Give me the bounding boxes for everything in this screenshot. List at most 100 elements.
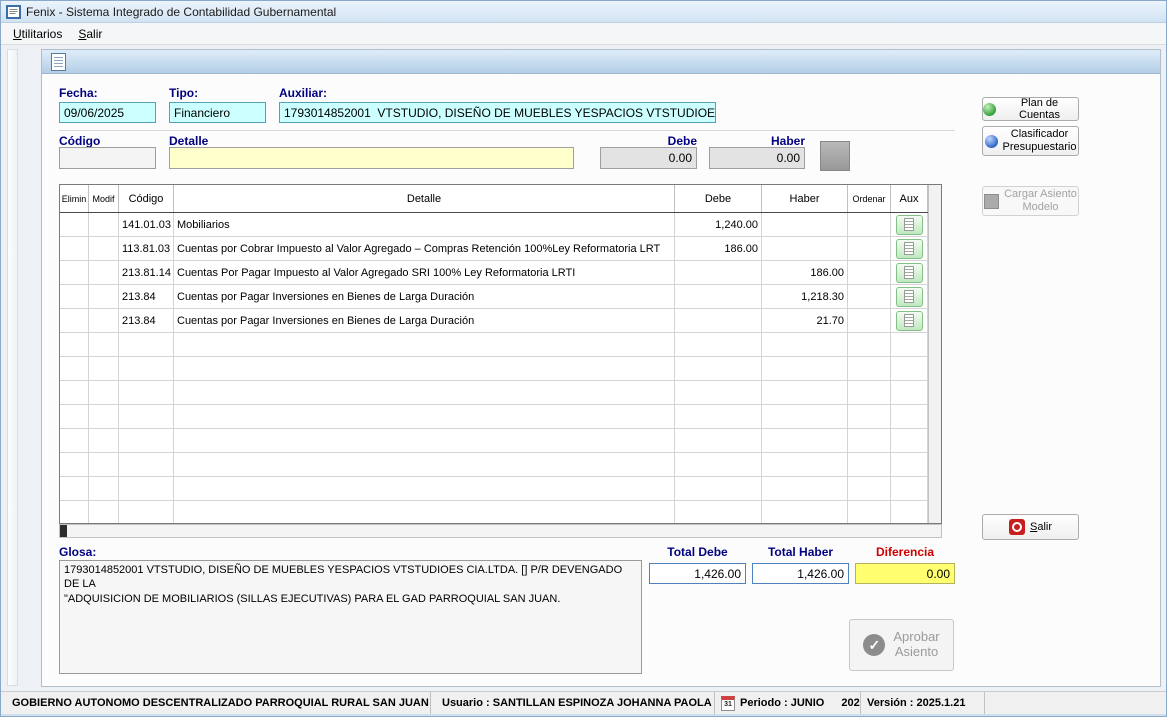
cell-aux xyxy=(891,213,928,236)
table-cell xyxy=(119,381,174,404)
table-cell xyxy=(89,429,119,452)
table-cell xyxy=(119,429,174,452)
document-icon xyxy=(904,290,914,303)
total-haber-field: 1,426.00 xyxy=(752,563,849,584)
horizontal-scrollbar[interactable] xyxy=(59,524,942,538)
cell-elimin[interactable] xyxy=(60,213,89,236)
cell-modif[interactable] xyxy=(89,213,119,236)
table-row-empty xyxy=(60,357,928,381)
aprobar-check-icon xyxy=(863,634,885,656)
table-cell xyxy=(89,333,119,356)
table-row-empty xyxy=(60,333,928,357)
cell-aux xyxy=(891,285,928,308)
entry-action-button[interactable] xyxy=(820,141,850,171)
new-entry-icon[interactable] xyxy=(51,53,66,71)
header-ordenar: Ordenar xyxy=(848,185,891,212)
cell-debe xyxy=(675,309,762,332)
table-cell xyxy=(891,381,928,404)
diferencia-label: Diferencia xyxy=(855,545,955,559)
table-cell xyxy=(675,333,762,356)
aprobar-asiento-button[interactable]: Aprobar Asiento xyxy=(849,619,954,671)
table-cell xyxy=(848,405,891,428)
aux-button[interactable] xyxy=(896,311,923,331)
menu-bar: Utilitarios Salir xyxy=(1,23,1167,45)
asiento-form-panel: Fecha: 09/06/2025 Tipo: Financiero Auxil… xyxy=(41,49,1161,687)
table-cell xyxy=(675,405,762,428)
table-header-row: Elimin Modif Código Detalle Debe Haber O… xyxy=(60,185,928,213)
aux-button[interactable] xyxy=(896,263,923,283)
table-cell xyxy=(89,381,119,404)
cargar-asiento-icon xyxy=(984,194,999,209)
table-row[interactable]: 213.84 Cuentas por Pagar Inversiones en … xyxy=(60,309,928,333)
cell-modif[interactable] xyxy=(89,261,119,284)
cell-elimin[interactable] xyxy=(60,261,89,284)
cell-detalle: Cuentas por Pagar Inversiones en Bienes … xyxy=(174,309,675,332)
menu-item-salir[interactable]: Salir xyxy=(70,24,110,44)
status-filler xyxy=(985,692,1167,714)
table-row[interactable]: 141.01.03 Mobiliarios 1,240.00 xyxy=(60,213,928,237)
header-detalle: Detalle xyxy=(174,185,675,212)
plan-de-cuentas-button[interactable]: Plan de Cuentas xyxy=(982,97,1079,121)
table-cell xyxy=(762,453,848,476)
cell-codigo: 213.81.14 xyxy=(119,261,174,284)
cell-elimin[interactable] xyxy=(60,285,89,308)
table-cell xyxy=(89,477,119,500)
cell-modif[interactable] xyxy=(89,309,119,332)
aux-button[interactable] xyxy=(896,215,923,235)
cell-aux xyxy=(891,237,928,260)
menu-item-utilitarios[interactable]: Utilitarios xyxy=(5,24,70,44)
cell-haber xyxy=(762,237,848,260)
aux-button[interactable] xyxy=(896,287,923,307)
cell-detalle: Cuentas por Cobrar Impuesto al Valor Agr… xyxy=(174,237,675,260)
table-cell xyxy=(119,453,174,476)
application-window: Fenix - Sistema Integrado de Contabilida… xyxy=(0,0,1167,717)
table-cell xyxy=(60,453,89,476)
table-row[interactable]: 113.81.03 Cuentas por Cobrar Impuesto al… xyxy=(60,237,928,261)
tipo-field[interactable]: Financiero xyxy=(169,102,266,123)
title-bar[interactable]: Fenix - Sistema Integrado de Contabilida… xyxy=(1,1,1167,23)
codigo-input[interactable] xyxy=(59,147,156,169)
table-cell xyxy=(675,477,762,500)
fecha-field[interactable]: 09/06/2025 xyxy=(59,102,156,123)
cargar-asiento-label: Cargar Asiento Modelo xyxy=(1004,188,1077,213)
table-row-empty xyxy=(60,381,928,405)
haber-input[interactable]: 0.00 xyxy=(709,147,805,169)
detalle-input[interactable] xyxy=(169,147,574,169)
cell-ordenar xyxy=(848,309,891,332)
table-cell xyxy=(60,429,89,452)
scrollbar-thumb[interactable] xyxy=(60,525,67,537)
user-text: Usuario : SANTILLAN ESPINOZA JOHANNA PAO… xyxy=(442,697,712,709)
cell-modif[interactable] xyxy=(89,237,119,260)
aux-button[interactable] xyxy=(896,239,923,259)
table-cell xyxy=(174,381,675,404)
document-icon xyxy=(904,266,914,279)
debe-input[interactable]: 0.00 xyxy=(600,147,697,169)
cell-detalle: Cuentas Por Pagar Impuesto al Valor Agre… xyxy=(174,261,675,284)
app-icon xyxy=(6,5,21,19)
table-cell xyxy=(891,453,928,476)
cell-elimin[interactable] xyxy=(60,237,89,260)
table-cell xyxy=(60,357,89,380)
cell-aux xyxy=(891,309,928,332)
header-debe: Debe xyxy=(675,185,762,212)
cell-ordenar xyxy=(848,285,891,308)
glosa-textarea[interactable]: 1793014852001 VTSTUDIO, DISEÑO DE MUEBLE… xyxy=(59,560,642,674)
header-modif: Modif xyxy=(89,185,119,212)
total-debe-label: Total Debe xyxy=(649,545,746,559)
cell-elimin[interactable] xyxy=(60,309,89,332)
status-periodo: 31 Periodo : JUNIO 2025 xyxy=(715,692,861,714)
table-cell xyxy=(119,405,174,428)
cell-ordenar xyxy=(848,213,891,236)
vertical-scrollbar[interactable] xyxy=(928,185,941,523)
aprobar-label: Aprobar Asiento xyxy=(893,630,939,660)
table-row-empty xyxy=(60,501,928,524)
cell-modif[interactable] xyxy=(89,285,119,308)
table-row[interactable]: 213.81.14 Cuentas Por Pagar Impuesto al … xyxy=(60,261,928,285)
detalle-label: Detalle xyxy=(169,134,208,148)
table-row[interactable]: 213.84 Cuentas por Pagar Inversiones en … xyxy=(60,285,928,309)
clasificador-presupuestario-button[interactable]: Clasificador Presupuestario xyxy=(982,126,1079,156)
auxiliar-field[interactable]: 1793014852001 VTSTUDIO, DISEÑO DE MUEBLE… xyxy=(279,102,716,123)
header-codigo: Código xyxy=(119,185,174,212)
table-cell xyxy=(60,501,89,524)
salir-button[interactable]: Salir xyxy=(982,514,1079,540)
